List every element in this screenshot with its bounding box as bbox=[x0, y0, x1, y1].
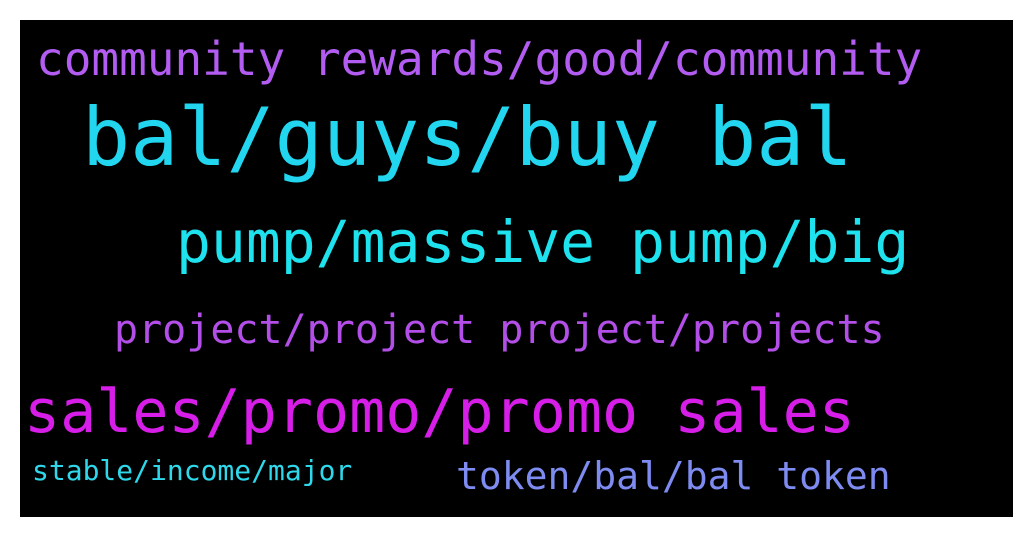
word-community-rewards: community rewards/good/community bbox=[36, 32, 923, 86]
word-cloud: community rewards/good/community bal/guy… bbox=[20, 20, 1013, 517]
word-bal-guys-buy-bal: bal/guys/buy bal bbox=[82, 91, 853, 184]
word-project: project/project project/projects bbox=[114, 307, 885, 353]
word-sales-promo: sales/promo/promo sales bbox=[24, 377, 855, 447]
word-token-bal: token/bal/bal token bbox=[456, 454, 891, 498]
word-stable-income: stable/income/major bbox=[32, 454, 353, 487]
word-pump-massive: pump/massive pump/big bbox=[176, 208, 910, 276]
